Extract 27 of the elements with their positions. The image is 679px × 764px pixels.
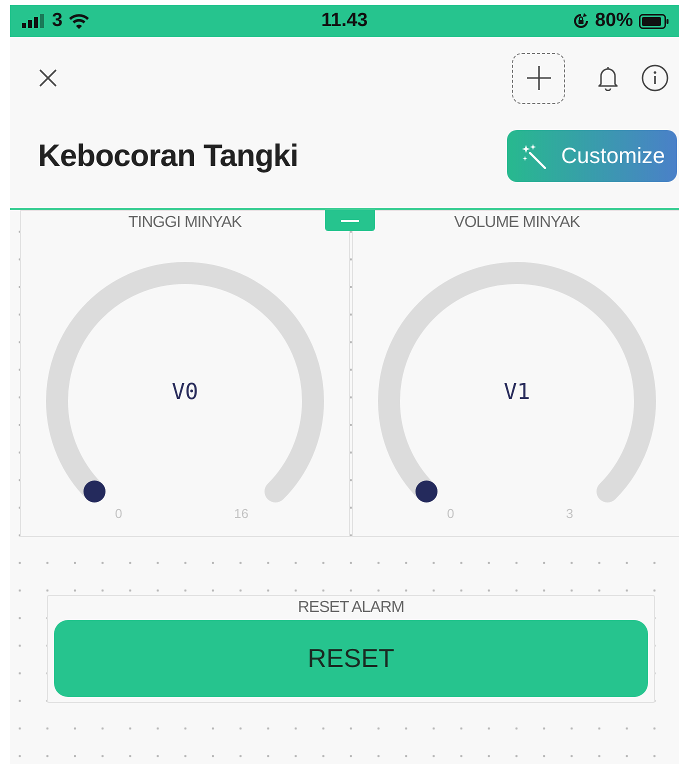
battery-percent: 80%: [594, 10, 633, 32]
plus-icon: [526, 65, 552, 91]
carrier-label: 3: [52, 10, 63, 32]
widget-label: TINGGI MINYAK: [128, 213, 242, 232]
gauge-indicator: [416, 480, 438, 502]
widget-label: VOLUME MINYAK: [454, 213, 580, 232]
rotation-lock-icon: [572, 13, 589, 29]
magic-wand-icon: [521, 143, 548, 169]
signal-icon: [22, 14, 46, 28]
gauge-value: V1: [502, 380, 532, 405]
gauge-value: V0: [170, 380, 200, 405]
clock-time: 11.43: [320, 10, 369, 32]
widget-label: RESET ALARM: [298, 598, 404, 617]
add-button[interactable]: [512, 52, 565, 104]
bell-icon: [597, 65, 619, 91]
notifications-button[interactable]: [597, 65, 619, 91]
reset-button[interactable]: RESET: [54, 620, 648, 697]
info-icon: [641, 64, 669, 92]
close-button[interactable]: [38, 68, 58, 88]
customize-button[interactable]: Customize: [507, 130, 677, 182]
close-icon: [38, 68, 58, 88]
info-button[interactable]: [641, 64, 669, 92]
wifi-icon: [68, 14, 89, 28]
drag-handle[interactable]: [325, 210, 375, 231]
page-title: Kebocoran Tangki: [38, 138, 298, 174]
gauge-indicator: [84, 480, 106, 502]
battery-icon: [639, 14, 669, 28]
